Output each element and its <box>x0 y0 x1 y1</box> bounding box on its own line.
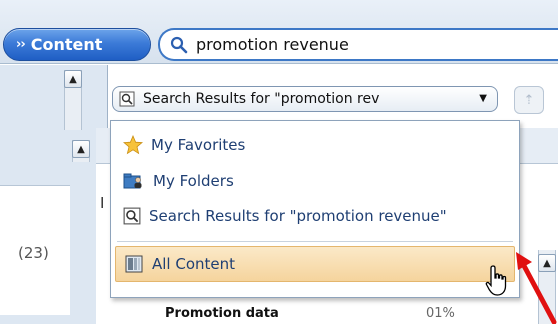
menu-item-label: All Content <box>152 255 236 273</box>
content-source-dropdown[interactable]: Search Results for "promotion rev ▼ <box>112 86 498 112</box>
hand-cursor-icon <box>485 265 507 296</box>
menu-item-search-results[interactable]: Search Results for "promotion revenue" <box>115 201 515 231</box>
menu-item-label: My Folders <box>153 172 234 190</box>
column-header-partial: I <box>100 194 105 212</box>
row-percent: 01% <box>426 306 455 321</box>
up-level-button[interactable]: ⇡ <box>514 86 544 114</box>
annotation-arrow <box>516 252 557 324</box>
search-input[interactable] <box>196 35 536 54</box>
menu-item-label: Search Results for "promotion revenue" <box>149 207 447 225</box>
search-icon <box>170 36 188 53</box>
menu-item-my-favorites[interactable]: My Favorites <box>115 130 515 160</box>
dropdown-label: Search Results for "promotion rev <box>143 91 380 107</box>
app-window: ›› Content ▲ ▲ (23) I ▲ Promotion data 0… <box>0 0 558 324</box>
header-bar: ›› Content <box>0 0 558 64</box>
menu-item-my-folders[interactable]: My Folders <box>115 166 515 196</box>
search-field[interactable] <box>158 28 558 61</box>
scroll-up-button-2[interactable]: ▲ <box>72 140 90 158</box>
double-chevron-right-icon: ›› <box>16 37 26 52</box>
menu-item-label: My Favorites <box>151 136 246 154</box>
all-content-icon <box>125 255 143 273</box>
search-results-icon <box>123 207 141 225</box>
content-button-label: Content <box>30 35 103 54</box>
dropdown-menu: My Favorites My Folders Search Results f… <box>110 120 520 298</box>
menu-item-all-content[interactable]: All Content <box>115 246 515 282</box>
search-results-icon <box>119 91 135 107</box>
star-icon <box>123 135 143 155</box>
row-label: Promotion data <box>165 306 279 321</box>
folders-icon <box>123 173 142 189</box>
scroll-up-button[interactable]: ▲ <box>64 70 82 88</box>
dropdown-arrow-icon: ▼ <box>479 93 487 104</box>
menu-separator <box>117 241 513 242</box>
up-level-icon: ⇡ <box>523 92 535 108</box>
left-panel <box>0 65 108 324</box>
result-count: (23) <box>18 244 49 262</box>
content-button[interactable]: ›› Content <box>3 28 151 61</box>
